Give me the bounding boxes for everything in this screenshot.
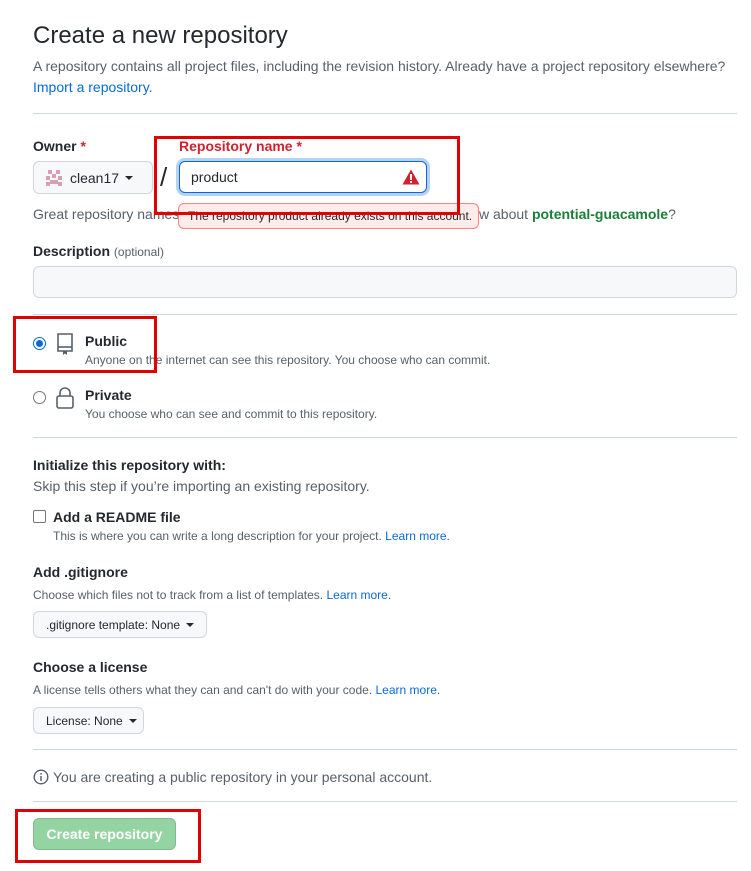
public-title: Public — [85, 333, 128, 349]
gitignore-select[interactable]: .gitignore template: None — [33, 611, 207, 638]
public-radio[interactable] — [33, 337, 46, 350]
lock-icon — [56, 387, 74, 409]
private-radio[interactable] — [33, 391, 46, 404]
license-select-label: License: None — [46, 713, 123, 728]
public-desc: Anyone on the internet can see this repo… — [85, 353, 491, 367]
readme-label[interactable]: Add a README file — [53, 509, 181, 525]
info-icon — [33, 769, 49, 785]
private-desc: You choose who can see and commit to thi… — [85, 407, 378, 421]
suggested-name[interactable]: potential-guacamole — [532, 206, 668, 222]
license-select[interactable]: License: None — [33, 707, 144, 734]
repo-name-error: The repository product already exists on… — [178, 203, 479, 229]
init-title: Initialize this repository with: — [33, 457, 226, 473]
owner-select[interactable]: clean17 — [33, 161, 153, 194]
owner-label: Owner * — [33, 138, 86, 154]
repo-name-label: Repository name * — [179, 138, 302, 154]
private-title: Private — [85, 387, 132, 403]
readme-checkbox[interactable] — [33, 510, 46, 523]
page-subtitle: A repository contains all project files,… — [33, 56, 748, 98]
divider — [33, 749, 737, 750]
repo-name-hint: Great repository names — [33, 206, 180, 222]
license-learn-more-link[interactable]: Learn more. — [376, 683, 441, 697]
visibility-info: You are creating a public repository in … — [33, 769, 432, 785]
license-title: Choose a license — [33, 659, 148, 675]
owner-value: clean17 — [70, 169, 120, 186]
gitignore-title: Add .gitignore — [33, 564, 128, 580]
init-subtitle: Skip this step if you’re importing an ex… — [33, 478, 370, 494]
repo-icon — [57, 333, 73, 355]
alert-triangle-icon — [402, 169, 420, 185]
divider — [33, 314, 737, 315]
divider — [33, 437, 737, 438]
description-label: Description (optional) — [33, 243, 164, 259]
owner-repo-separator: / — [160, 162, 168, 192]
chevron-down-icon — [128, 718, 137, 723]
readme-desc: This is where you can write a long descr… — [53, 529, 450, 543]
repo-name-input[interactable] — [179, 161, 427, 193]
divider — [33, 113, 737, 114]
page-title: Create a new repository — [33, 22, 288, 49]
divider — [33, 801, 737, 802]
gitignore-select-label: .gitignore template: None — [46, 617, 181, 632]
description-input[interactable] — [33, 266, 737, 298]
info-text: You are creating a public repository in … — [53, 769, 433, 785]
gitignore-learn-more-link[interactable]: Learn more. — [326, 588, 391, 602]
repo-name-hint-suggestion: w about potential-guacamole? — [479, 206, 676, 222]
chevron-down-icon — [186, 622, 195, 627]
gitignore-desc: Choose which files not to track from a l… — [33, 588, 392, 602]
subtitle-text: A repository contains all project files,… — [33, 58, 726, 74]
readme-learn-more-link[interactable]: Learn more. — [385, 529, 450, 543]
license-desc: A license tells others what they can and… — [33, 683, 441, 697]
chevron-down-icon — [125, 175, 134, 180]
import-repository-link[interactable]: Import a repository. — [33, 79, 153, 95]
create-repository-button[interactable]: Create repository — [33, 818, 176, 850]
identicon-avatar-icon — [44, 167, 64, 188]
